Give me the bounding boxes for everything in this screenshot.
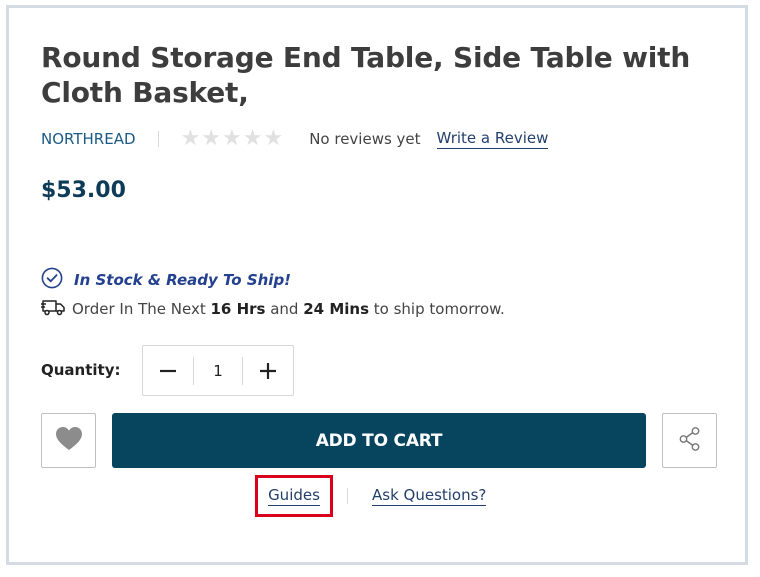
product-title: Round Storage End Table, Side Table with…: [41, 41, 691, 109]
add-to-cart-button[interactable]: ADD TO CART: [112, 413, 646, 468]
increment-button[interactable]: [243, 346, 293, 395]
quantity-input[interactable]: 1: [193, 356, 243, 385]
wishlist-button[interactable]: [41, 413, 96, 468]
hours-value: 16 Hrs: [210, 300, 266, 318]
product-price: $53.00: [41, 178, 126, 203]
share-button[interactable]: [662, 413, 717, 468]
heart-icon: [55, 426, 83, 456]
quantity-label: Quantity:: [41, 361, 121, 379]
delivery-truck-icon: [41, 297, 66, 321]
stock-status: In Stock & Ready To Ship!: [41, 267, 291, 293]
rating-stars: ★ ★ ★ ★ ★: [181, 128, 284, 150]
ship-text: Order In The Next 16 Hrs and 24 Mins to …: [72, 300, 505, 318]
guides-highlight: Guides: [255, 475, 333, 517]
minutes-value: 24 Mins: [303, 300, 370, 318]
minus-icon: [160, 369, 176, 372]
decrement-button[interactable]: [143, 346, 193, 395]
share-icon: [677, 426, 703, 456]
write-review-link[interactable]: Write a Review: [436, 129, 549, 149]
star-icon: ★: [263, 126, 284, 151]
star-icon: ★: [180, 126, 201, 151]
ask-questions-link[interactable]: Ask Questions?: [372, 486, 487, 506]
shipping-countdown: Order In The Next 16 Hrs and 24 Mins to …: [41, 297, 505, 321]
star-icon: ★: [221, 126, 242, 151]
divider: [347, 488, 348, 504]
star-icon: ★: [242, 126, 263, 151]
stock-status-text: In Stock & Ready To Ship!: [74, 271, 292, 289]
brand-link[interactable]: NORTHREAD: [41, 130, 136, 148]
guides-link[interactable]: Guides: [268, 486, 320, 506]
divider: [157, 131, 159, 147]
star-icon: ★: [201, 126, 221, 151]
reviews-count: No reviews yet: [309, 130, 421, 148]
quantity-stepper: 1: [142, 345, 294, 396]
product-meta-row: NORTHREAD ★ ★ ★ ★ ★ No reviews yet Write…: [41, 127, 549, 151]
check-circle-icon: [41, 267, 63, 293]
plus-icon: [260, 362, 276, 379]
